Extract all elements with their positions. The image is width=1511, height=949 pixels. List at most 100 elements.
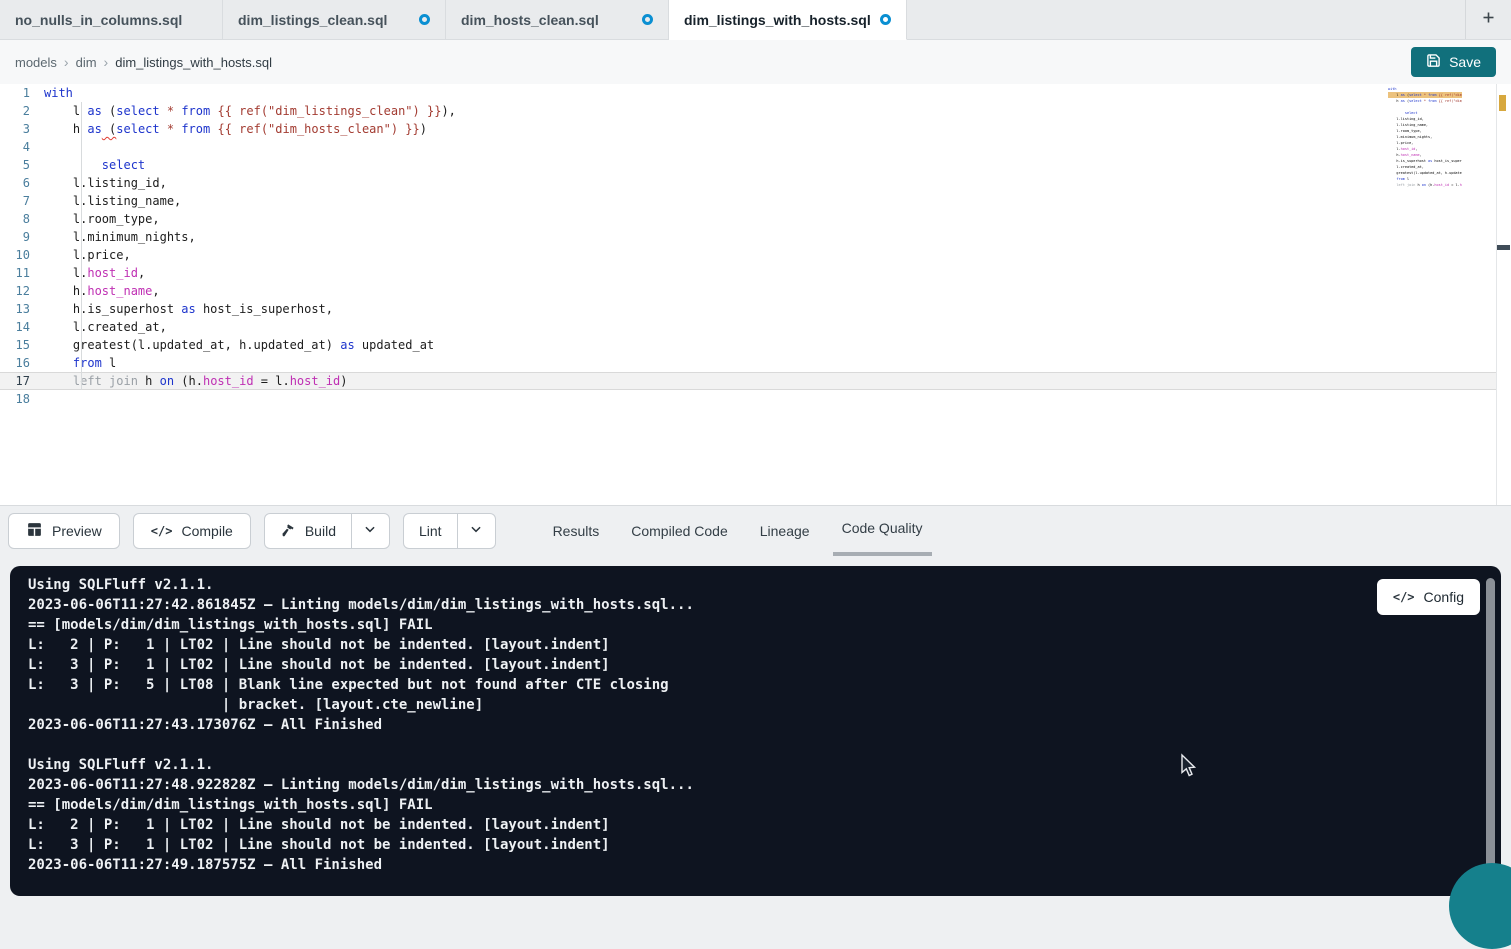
- code-line[interactable]: 14 l.created_at,: [0, 318, 1511, 336]
- new-tab-button[interactable]: [1465, 0, 1511, 39]
- build-dropdown-button[interactable]: [351, 514, 389, 548]
- line-number: 6: [0, 174, 44, 192]
- code-line[interactable]: 3 h as (select * from {{ ref("dim_hosts_…: [0, 120, 1511, 138]
- panel-tab-label: Results: [553, 523, 600, 539]
- code-line[interactable]: 12 h.host_name,: [0, 282, 1511, 300]
- lint-dropdown-button[interactable]: [457, 514, 495, 548]
- code-text: l.room_type,: [44, 210, 1511, 228]
- code-line[interactable]: 4: [0, 138, 1511, 156]
- build-button[interactable]: Build: [265, 514, 351, 548]
- code-text: l.minimum_nights,: [44, 228, 1511, 246]
- code-line[interactable]: 5 select: [0, 156, 1511, 174]
- code-line[interactable]: 7 l.listing_name,: [0, 192, 1511, 210]
- terminal-line: L: 2 | P: 1 | LT02 | Line should not be …: [28, 815, 1501, 835]
- code-line[interactable]: 2 l as (select * from {{ ref("dim_listin…: [0, 102, 1511, 120]
- terminal-line: == [models/dim/dim_listings_with_hosts.s…: [28, 615, 1501, 635]
- compile-button[interactable]: </> Compile: [133, 513, 251, 549]
- terminal-line: 2023-06-06T11:27:49.187575Z — All Finish…: [28, 855, 1501, 875]
- line-number: 18: [0, 390, 44, 408]
- code-text: greatest(l.updated_at, h.updated_at) as …: [44, 336, 1511, 354]
- code-line[interactable]: 10 l.price,: [0, 246, 1511, 264]
- code-line[interactable]: 8 l.room_type,: [0, 210, 1511, 228]
- unsaved-changes-dot: [880, 14, 891, 25]
- terminal-line: Using SQLFluff v2.1.1.: [28, 755, 1501, 775]
- hammer-icon: [280, 522, 296, 541]
- line-number: 12: [0, 282, 44, 300]
- editor-tab[interactable]: dim_hosts_clean.sql: [446, 0, 669, 39]
- breadcrumb-item[interactable]: dim_listings_with_hosts.sql: [115, 55, 272, 70]
- code-text: [44, 390, 1511, 408]
- breadcrumb-item[interactable]: dim: [76, 55, 97, 70]
- code-text: with: [44, 84, 1511, 102]
- terminal-line: Using SQLFluff v2.1.1.: [28, 575, 1501, 595]
- code-line[interactable]: 11 l.host_id,: [0, 264, 1511, 282]
- code-line[interactable]: 9 l.minimum_nights,: [0, 228, 1511, 246]
- terminal-scrollbar[interactable]: [1486, 578, 1495, 896]
- build-split-button: Build: [264, 513, 390, 549]
- code-text: [44, 138, 1511, 156]
- code-line[interactable]: 15 greatest(l.updated_at, h.updated_at) …: [0, 336, 1511, 354]
- preview-button-label: Preview: [52, 523, 102, 539]
- code-line[interactable]: 13 h.is_superhost as host_is_superhost,: [0, 300, 1511, 318]
- panel-tab-bar: Results Compiled Code Lineage Code Quality: [553, 506, 923, 556]
- tab-label: dim_hosts_clean.sql: [461, 12, 599, 28]
- code-line[interactable]: 17 left join h on (h.host_id = l.host_id…: [0, 372, 1511, 390]
- editor-tab[interactable]: no_nulls_in_columns.sql: [0, 0, 223, 39]
- editor-scrollbar[interactable]: [1496, 84, 1511, 505]
- bottom-panel: Preview </> Compile Build Lint: [0, 505, 1511, 875]
- lint-config-button[interactable]: </> Config: [1377, 579, 1480, 615]
- chevron-right-icon: ›: [64, 54, 69, 70]
- line-number: 4: [0, 138, 44, 156]
- code-text: l as (select * from {{ ref("dim_listings…: [44, 102, 1511, 120]
- lint-button[interactable]: Lint: [404, 514, 457, 548]
- code-text: l.price,: [44, 246, 1511, 264]
- breadcrumb: models›dim›dim_listings_with_hosts.sql: [15, 54, 272, 70]
- scrollbar-warning-marker: [1499, 95, 1506, 111]
- code-line[interactable]: 18: [0, 390, 1511, 408]
- save-icon: [1426, 53, 1441, 71]
- editor-tab[interactable]: dim_listings_clean.sql: [223, 0, 446, 39]
- code-text: h.host_name,: [44, 282, 1511, 300]
- panel-tab-results[interactable]: Results: [553, 506, 600, 556]
- line-number: 9: [0, 228, 44, 246]
- indent-guide: [81, 102, 82, 390]
- code-line[interactable]: 16 from l: [0, 354, 1511, 372]
- terminal-line: 2023-06-06T11:27:48.922828Z — Linting mo…: [28, 775, 1501, 795]
- panel-toolbar: Preview </> Compile Build Lint: [0, 506, 1511, 556]
- code-line[interactable]: 6 l.listing_id,: [0, 174, 1511, 192]
- line-number: 2: [0, 102, 44, 120]
- editor-tab[interactable]: dim_listings_with_hosts.sql: [669, 0, 907, 40]
- panel-tab-compiled-code[interactable]: Compiled Code: [631, 506, 728, 556]
- minimap-line: [1388, 188, 1462, 194]
- line-number: 10: [0, 246, 44, 264]
- lint-output-terminal[interactable]: Using SQLFluff v2.1.1.2023-06-06T11:27:4…: [10, 566, 1501, 896]
- unsaved-changes-dot: [642, 14, 653, 25]
- minimap[interactable]: with l as (select * from {{ ref("dim_lis…: [1388, 86, 1462, 200]
- save-button[interactable]: Save: [1411, 47, 1496, 77]
- table-icon: [26, 521, 43, 541]
- code-text: l.listing_name,: [44, 192, 1511, 210]
- chevron-down-icon: [363, 522, 377, 541]
- code-icon: </>: [1393, 590, 1415, 604]
- line-number: 14: [0, 318, 44, 336]
- code-text: h as (select * from {{ ref("dim_hosts_cl…: [44, 120, 1511, 138]
- line-number: 1: [0, 84, 44, 102]
- code-line[interactable]: 1with: [0, 84, 1511, 102]
- tab-label: dim_listings_clean.sql: [238, 12, 387, 28]
- code-text: left join h on (h.host_id = l.host_id): [44, 372, 1511, 390]
- code-editor[interactable]: 1with2 l as (select * from {{ ref("dim_l…: [0, 84, 1511, 505]
- panel-tab-code-quality[interactable]: Code Quality: [842, 506, 923, 556]
- chevron-down-icon: [469, 522, 483, 541]
- preview-button[interactable]: Preview: [8, 513, 120, 549]
- code-text: from l: [44, 354, 1511, 372]
- panel-tab-lineage[interactable]: Lineage: [760, 506, 810, 556]
- plus-icon: [1481, 10, 1496, 30]
- line-number: 3: [0, 120, 44, 138]
- terminal-line: L: 2 | P: 1 | LT02 | Line should not be …: [28, 635, 1501, 655]
- code-text: select: [44, 156, 1511, 174]
- panel-tab-label: Compiled Code: [631, 523, 728, 539]
- terminal-line: L: 3 | P: 5 | LT08 | Blank line expected…: [28, 675, 1501, 695]
- editor-tab-bar: no_nulls_in_columns.sql dim_listings_clea…: [0, 0, 1511, 40]
- code-text: l.created_at,: [44, 318, 1511, 336]
- breadcrumb-item[interactable]: models: [15, 55, 57, 70]
